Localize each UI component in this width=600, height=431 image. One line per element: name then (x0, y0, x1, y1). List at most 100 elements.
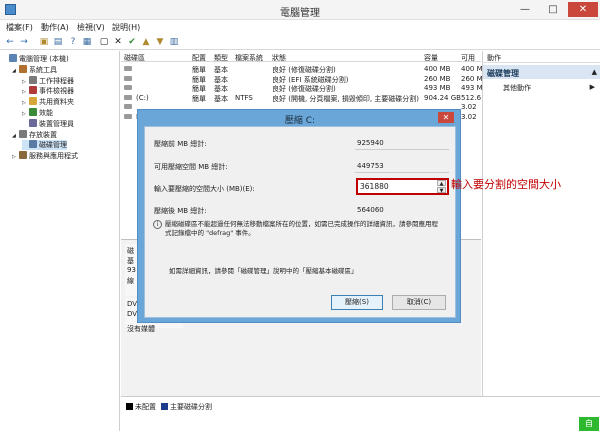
col-volume[interactable]: 磁碟區 (124, 53, 145, 63)
menu-help[interactable]: 說明(H) (112, 22, 140, 33)
tree-item[interactable]: ▷ 效能 (22, 108, 53, 119)
minimize-button[interactable]: — (512, 2, 538, 17)
taskbar-tag[interactable]: 自 (579, 417, 599, 431)
cell-free: 512.6 (461, 93, 482, 102)
properties-icon[interactable]: ▢ (98, 36, 110, 48)
table-row[interactable]: 簡單 基本 良好 (修復磁碟分割) 493 MB 493 M (121, 83, 483, 93)
close-button[interactable]: ✕ (568, 2, 598, 17)
tree-item[interactable]: ▷ 事件檢視器 (22, 86, 74, 97)
col-layout[interactable]: 配置 (192, 53, 206, 63)
submenu-arrow-icon: ▶ (589, 83, 595, 91)
volume-icon (124, 66, 132, 71)
col-free[interactable]: 可用 (461, 53, 475, 63)
back-icon[interactable]: ← (4, 36, 16, 48)
cell-fs: NTFS (235, 93, 253, 102)
console-icon[interactable]: ▦ (81, 36, 93, 48)
annotation-text: 輸入要分割的空間大小 (451, 178, 561, 191)
cell-capacity: 260 MB (424, 74, 451, 83)
cell-capacity: 904.24 GB (424, 93, 461, 102)
event-icon (29, 86, 37, 95)
tree-item-label: 服務與應用程式 (29, 152, 78, 161)
tree-item[interactable]: 磁碟管理 (22, 140, 67, 151)
forward-icon[interactable]: → (18, 36, 30, 48)
spin-up-icon[interactable]: ▲ (437, 180, 446, 187)
tree-item-label: 工作排程器 (39, 76, 74, 85)
tree-item[interactable]: 裝置管理員 (22, 118, 74, 129)
tree-item-label: 系統工具 (29, 65, 57, 74)
expander-icon[interactable]: ▷ (22, 88, 29, 97)
col-capacity[interactable]: 容量 (424, 53, 438, 63)
menu-file[interactable]: 檔案(F) (6, 22, 33, 33)
up-folder-icon[interactable]: ▣ (38, 36, 50, 48)
disk-0-label: 磁 (127, 247, 134, 255)
col-filesystem[interactable]: 檔案系統 (235, 53, 263, 63)
tree-item-label: 事件檢視器 (39, 87, 74, 96)
tree-item-label: 磁碟管理 (39, 141, 67, 150)
cell-free: 400 M (461, 65, 483, 73)
table-row[interactable]: 簡單 基本 良好 (EFI 系統磁碟分割) 260 MB 260 M (121, 74, 483, 84)
shrink-amount-label: 輸入要壓縮的空間大小 (MB)(E): (154, 185, 255, 193)
tree-item[interactable]: ◢ 系統工具 (12, 64, 57, 76)
cell-free: 493 M (461, 84, 483, 93)
available-label: 可用壓縮空間 MB 總計: (154, 163, 228, 171)
cancel-button[interactable]: 取消(C) (392, 295, 446, 310)
maximize-button[interactable]: □ (540, 2, 566, 17)
tree-item[interactable]: ▷ 服務與應用程式 (12, 151, 78, 162)
navigation-tree: 電腦管理 (本機) ◢ 系統工具 ▷ 工作排程器 ▷ 事件檢視器 ▷ 共用資料夾 ▷ 效能 裝置管理員… (0, 51, 120, 431)
cell-free: 3.02 (461, 103, 477, 112)
dvd-no-media: 沒有媒體 (127, 325, 155, 333)
volume-icon (124, 85, 132, 91)
disk-icon (29, 140, 37, 149)
tree-item[interactable]: 電腦管理 (本機) (2, 54, 69, 64)
expander-icon[interactable]: ◢ (12, 67, 19, 76)
tree-item-label: 共用資料夾 (39, 98, 74, 107)
tree-item[interactable]: ▷ 工作排程器 (22, 75, 74, 87)
clock-icon (29, 75, 37, 84)
expander-icon[interactable]: ▷ (12, 153, 19, 162)
dialog-title: 壓縮 C: (284, 116, 316, 126)
services-icon (19, 151, 27, 160)
actions-section-label: 磁碟管理 (487, 69, 519, 78)
view-icon[interactable]: ▥ (168, 36, 180, 48)
cell-name: (C:) (136, 93, 149, 102)
tree-item[interactable]: ◢ 存放裝置 (12, 129, 57, 141)
storage-icon (19, 129, 27, 138)
menu-bar: 檔案(F) 動作(A) 檢視(V) 說明(H) (0, 20, 600, 34)
toolbar: ← → ▣ ▤ ? ▦ ▢ ✕ ✔ ▲ ▼ ▥ (0, 34, 600, 50)
col-type[interactable]: 類型 (214, 53, 228, 63)
check-icon[interactable]: ✔ (126, 36, 138, 48)
table-row[interactable]: (C:) 簡單 基本 NTFS 良好 (開機, 分頁檔案, 損毀傾印, 主要磁碟分割) 9… (121, 93, 482, 103)
collapse-icon[interactable]: ▲ (592, 68, 597, 76)
actions-more[interactable]: 其他動作 ▶ (483, 81, 600, 93)
search-icon[interactable]: ▼ (154, 36, 166, 48)
window-title: 電腦管理 (280, 8, 320, 19)
more-info-text: 如需詳細資訊，請參閱「磁碟管理」說明中的「壓縮基本磁碟區」 (169, 267, 358, 275)
volume-table-header: 磁碟區 配置 類型 檔案系統 狀態 容量 可用 (121, 51, 481, 62)
col-status[interactable]: 狀態 (272, 53, 286, 63)
volume-icon (124, 114, 132, 119)
expander-icon[interactable]: ▷ (22, 110, 29, 119)
shrink-amount-input[interactable]: 361880 ▲ ▼ (356, 178, 449, 195)
menu-view[interactable]: 檢視(V) (77, 22, 105, 33)
performance-icon (29, 108, 37, 116)
expander-icon[interactable]: ◢ (12, 132, 19, 141)
delete-icon[interactable]: ✕ (112, 36, 124, 48)
volume-icon (124, 75, 132, 81)
expander-icon[interactable]: ▷ (22, 99, 29, 108)
dialog-close-button[interactable]: ✕ (438, 112, 454, 123)
open-icon[interactable]: ▲ (140, 36, 152, 48)
folder-icon (29, 97, 37, 106)
shrink-dialog: 壓縮 C: ✕ 壓縮前 MB 總計: 925940 可用壓縮空間 MB 總計: … (137, 109, 461, 323)
help-icon[interactable]: ? (67, 36, 79, 48)
tools-icon (19, 64, 27, 73)
show-tree-icon[interactable]: ▤ (52, 36, 64, 48)
menu-action[interactable]: 動作(A) (41, 22, 69, 33)
shrink-button[interactable]: 壓縮(S) (331, 295, 383, 310)
table-row[interactable]: 簡單 基本 良好 (修復磁碟分割) 400 MB 400 M (121, 64, 483, 74)
available-value: 449753 (357, 162, 384, 170)
tree-item[interactable]: ▷ 共用資料夾 (22, 97, 74, 108)
cell-free: 260 M (461, 74, 483, 83)
expander-icon[interactable]: ▷ (22, 78, 29, 87)
actions-section-disk[interactable]: 磁碟管理 ▲ (483, 65, 600, 79)
spin-down-icon[interactable]: ▼ (437, 187, 446, 194)
